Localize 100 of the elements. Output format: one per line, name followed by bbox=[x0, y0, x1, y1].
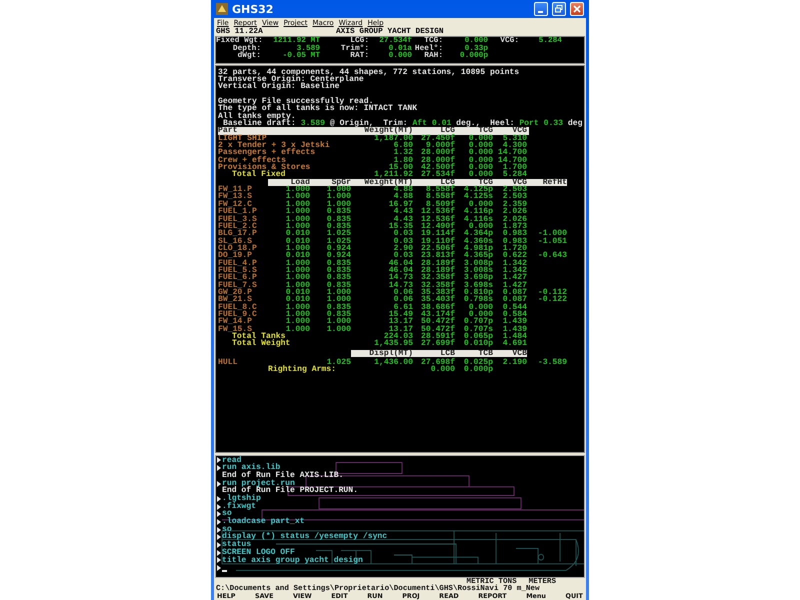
table-cell-text: 0.06 bbox=[394, 288, 413, 296]
close-button[interactable] bbox=[570, 2, 584, 16]
table-cell-text: -0.112 bbox=[536, 288, 567, 296]
table-cell-text: 4.116s bbox=[462, 216, 493, 223]
table-cell-text: 4.43 bbox=[394, 216, 413, 223]
command-line: .fixwgt bbox=[222, 502, 256, 510]
table-cell-text: 1,211.92 bbox=[374, 171, 413, 179]
table-cell-text: 4.88 bbox=[394, 186, 413, 194]
table-cell-text: 6.61 bbox=[394, 304, 413, 311]
table-cell-text: 27.450f bbox=[420, 134, 455, 142]
table-cell-text: 13.17 bbox=[388, 326, 413, 333]
table-cell-text: 19.114f bbox=[420, 230, 455, 238]
table-cell-text: 1.439 bbox=[502, 326, 527, 333]
row-label: FUEL_4.P bbox=[218, 260, 258, 267]
column-header: LCB bbox=[439, 350, 455, 358]
table-cell-text: 0.010 bbox=[284, 252, 310, 260]
table-cell-text: 0.835 bbox=[326, 222, 351, 230]
table-cell-text: 4.981p bbox=[462, 244, 493, 252]
table-cell-text: 14.700 bbox=[496, 156, 527, 164]
table-cell-text: 0.835 bbox=[326, 274, 351, 282]
table-cell-text: 1.873 bbox=[502, 222, 527, 230]
row-label: BW_21.S bbox=[218, 296, 252, 304]
row-label: FUEL_8.C bbox=[218, 304, 258, 311]
table-cell-text: 4.125p bbox=[462, 186, 493, 194]
table-cell-text: 5.310 bbox=[502, 134, 527, 142]
table-cell-text: 1.000 bbox=[284, 216, 310, 223]
table-cell-text: 1.32 bbox=[392, 149, 413, 157]
table-cell-text: 4.300 bbox=[502, 142, 527, 150]
minimize-button[interactable] bbox=[534, 2, 548, 16]
table-cell-text: 0.835 bbox=[326, 282, 351, 289]
table-cell-text: 0.010p bbox=[462, 340, 493, 348]
message-line: 32 parts, 44 components, 44 shapes, 772 stations, 10895 points bbox=[218, 68, 520, 76]
row-label: Total Weight bbox=[231, 340, 292, 348]
column-header: Weight(MT) bbox=[363, 178, 413, 186]
table-cell-text: 1.342 bbox=[502, 260, 527, 267]
table-cell-text: 27.699f bbox=[420, 340, 455, 348]
column-header: RefHt bbox=[542, 178, 567, 186]
column-header: Displ(MT) bbox=[368, 350, 413, 358]
table-cell-text: 0.835 bbox=[326, 208, 351, 216]
table-cell-text: 0.798s bbox=[462, 296, 493, 304]
table-cell-text: 0.065p bbox=[462, 333, 493, 340]
table-cell-text: 1.342 bbox=[502, 266, 527, 274]
table-cell-text: 16.97 bbox=[388, 200, 413, 208]
row-label: Total Fixed bbox=[232, 171, 286, 179]
column-header: Load bbox=[290, 178, 310, 186]
table-cell-text: 1.000 bbox=[326, 296, 351, 304]
message-line: Transverse Origin: Centerplane bbox=[218, 76, 364, 84]
table-cell-text: 28.000f bbox=[420, 156, 455, 164]
table-cell-text: 0.010 bbox=[284, 230, 310, 238]
table-cell-text: 1.000 bbox=[326, 186, 351, 194]
table-cell-text: 224.03 bbox=[384, 333, 413, 340]
message-line: Vertical Origin: Baseline bbox=[218, 83, 340, 91]
table-cell-text: 0.000 bbox=[468, 304, 493, 311]
table-cell-text: 0.835 bbox=[326, 310, 351, 318]
table-cell-text: 0.000 bbox=[468, 171, 493, 179]
table-cell-text: 13.17 bbox=[388, 318, 413, 326]
command-line: run project.run bbox=[222, 480, 295, 488]
table-cell-text: 32.358f bbox=[420, 274, 455, 282]
table-cell-text: 23.813f bbox=[420, 252, 455, 260]
table-cell-text: -3.589 bbox=[536, 359, 567, 366]
column-header: Part bbox=[218, 127, 238, 135]
status-message: Baseline draft: 3.589 @ Origin, Trim: Aft 0.01 deg., Heel: Port 0.33 deg. bbox=[223, 120, 582, 128]
row-label: Righting Arms: bbox=[268, 366, 337, 374]
row-label: SL_16.S bbox=[218, 238, 252, 245]
column-header: TCG bbox=[478, 127, 493, 135]
table-cell-text: 0.622 bbox=[502, 252, 527, 260]
table-cell-text: 1.025 bbox=[326, 230, 351, 238]
table-cell-text: 0.835 bbox=[326, 216, 351, 223]
table-cell-text: 9.000f bbox=[426, 142, 455, 150]
table-cell-text: 15.49 bbox=[388, 310, 413, 318]
row-label: HULL bbox=[218, 359, 238, 366]
row-label: CLO_18.P bbox=[218, 244, 258, 252]
table-cell-text: 42.500f bbox=[420, 164, 455, 172]
row-label: Total Tanks bbox=[231, 333, 286, 340]
table-cell-text: 4.43 bbox=[392, 208, 413, 216]
row-label: FW_15.S bbox=[218, 326, 252, 333]
command-line: run axis.lib bbox=[222, 464, 280, 472]
table-cell-text: 1.000 bbox=[326, 288, 351, 296]
table-cell-text: 50.472f bbox=[420, 318, 455, 326]
table-cell-text: 1.427 bbox=[502, 274, 527, 282]
table-cell-text: 35.383f bbox=[420, 288, 455, 296]
table-cell-text: -0.122 bbox=[536, 296, 567, 304]
table-cell-text: 4.691 bbox=[502, 340, 527, 348]
table-cell-text: 15.00 bbox=[388, 164, 413, 172]
column-header: TCB bbox=[477, 350, 493, 358]
table-cell-text: 12.536f bbox=[420, 208, 455, 216]
restore-button[interactable] bbox=[552, 2, 566, 16]
table-cell-text: 3.008p bbox=[462, 260, 493, 267]
table-cell-text: 0.010 bbox=[284, 238, 310, 245]
table-cell-text: 4.88 bbox=[394, 193, 413, 201]
table-cell-text: 0.000 bbox=[468, 310, 493, 318]
column-header: SpGr bbox=[332, 178, 351, 186]
command-line: SCREEN LOGO OFF bbox=[222, 548, 295, 557]
table-cell-text: 5.284 bbox=[502, 171, 527, 179]
command-line: read bbox=[222, 456, 242, 464]
row-label: FUEL_6.P bbox=[218, 274, 258, 282]
row-label: FW_13.S bbox=[218, 193, 253, 201]
table-cell-text: 0.000 bbox=[468, 149, 493, 157]
table-cell-text: 2.90 bbox=[392, 244, 413, 252]
table-cell-text: 8.558f bbox=[424, 193, 455, 201]
